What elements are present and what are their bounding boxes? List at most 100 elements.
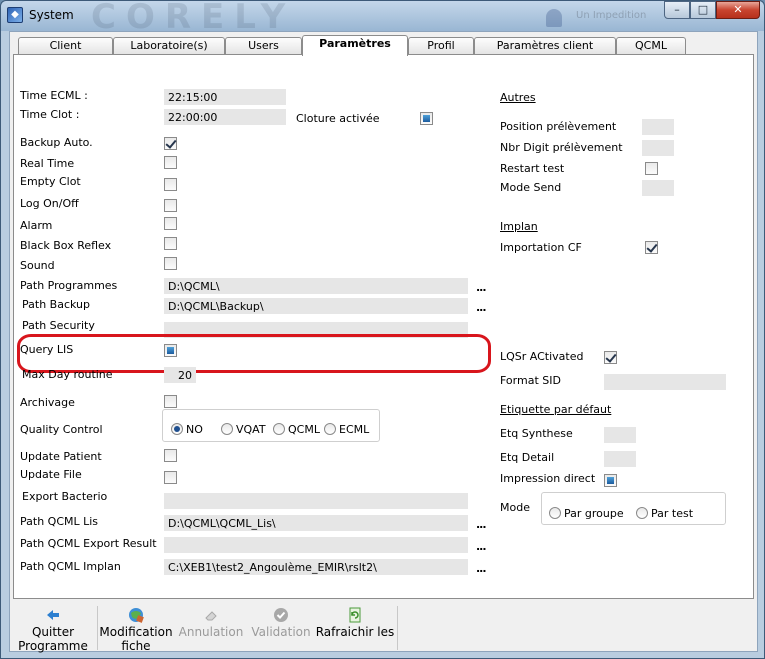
back-arrow-icon bbox=[47, 610, 59, 620]
etq-synthese-label: Etq Synthese bbox=[500, 427, 573, 440]
update-file-checkbox[interactable] bbox=[164, 471, 177, 484]
path-programmes-field[interactable]: D:\QCML\ bbox=[164, 278, 468, 294]
mode-option-par-groupe: Par groupe bbox=[564, 507, 624, 520]
update-patient-checkbox[interactable] bbox=[164, 449, 177, 462]
validation-button[interactable]: Validation bbox=[249, 603, 313, 651]
backup-auto-checkbox[interactable] bbox=[164, 137, 177, 150]
close-button[interactable]: ✕ bbox=[716, 1, 760, 19]
qc-radio-qcml[interactable] bbox=[273, 423, 285, 435]
path-qcml-implan-label: Path QCML Implan bbox=[20, 560, 121, 573]
time-clot-field[interactable]: 22:00:00 bbox=[164, 109, 286, 125]
log-onoff-checkbox[interactable] bbox=[164, 199, 177, 212]
validation-label: Validation bbox=[251, 625, 311, 639]
mode-radio-par-test[interactable] bbox=[636, 507, 648, 519]
position-prelevement-field[interactable] bbox=[642, 119, 674, 135]
export-bacterio-label: Export Bacterio bbox=[22, 490, 108, 503]
time-clot-label: Time Clot : bbox=[20, 108, 80, 121]
user-icon bbox=[546, 9, 562, 27]
tab-client[interactable]: Client bbox=[18, 37, 113, 55]
log-onoff-label: Log On/Off bbox=[20, 197, 79, 210]
path-qcml-export-field[interactable] bbox=[164, 537, 468, 553]
lqsr-label: LQSr ACtivated bbox=[500, 350, 584, 363]
check-circle-icon bbox=[274, 608, 288, 622]
archivage-label: Archivage bbox=[20, 396, 75, 409]
importation-cf-label: Importation CF bbox=[500, 241, 582, 254]
tab-laboratoires[interactable]: Laboratoire(s) bbox=[113, 37, 225, 55]
client-area: Client Laboratoire(s) Users Paramètres P… bbox=[9, 31, 758, 653]
sound-checkbox[interactable] bbox=[164, 257, 177, 270]
modification-fiche-button[interactable]: Modification fiche bbox=[99, 603, 173, 653]
rafraichir-button[interactable]: Rafraichir les bbox=[315, 603, 395, 651]
alarm-checkbox[interactable] bbox=[164, 217, 177, 230]
real-time-label: Real Time bbox=[20, 157, 75, 170]
backup-auto-label: Backup Auto. bbox=[20, 136, 93, 149]
impression-direct-label: Impression direct bbox=[500, 472, 596, 485]
path-qcml-lis-browse-button[interactable]: ... bbox=[476, 518, 487, 531]
path-backup-browse-button[interactable]: ... bbox=[476, 301, 487, 314]
mode-label: Mode bbox=[500, 501, 530, 514]
restart-test-label: Restart test bbox=[500, 162, 565, 175]
black-box-label: Black Box Reflex bbox=[20, 239, 112, 252]
implan-section-title: Implan bbox=[500, 220, 538, 233]
etq-synthese-field[interactable] bbox=[604, 427, 636, 443]
mode-send-label: Mode Send bbox=[500, 181, 562, 194]
path-qcml-implan-browse-button[interactable]: ... bbox=[476, 562, 487, 575]
annulation-label: Annulation bbox=[178, 625, 244, 639]
path-qcml-export-browse-button[interactable]: ... bbox=[476, 540, 487, 553]
tab-parametres-client[interactable]: Paramètres client bbox=[474, 37, 616, 55]
impression-direct-checkbox[interactable] bbox=[604, 474, 617, 487]
qc-radio-no[interactable] bbox=[171, 423, 183, 435]
format-sid-field[interactable] bbox=[604, 374, 726, 390]
minimize-button[interactable]: – bbox=[664, 1, 690, 19]
path-programmes-browse-button[interactable]: ... bbox=[476, 281, 487, 294]
format-sid-label: Format SID bbox=[500, 374, 561, 387]
mode-send-field[interactable] bbox=[642, 180, 674, 196]
empty-clot-checkbox[interactable] bbox=[164, 178, 177, 191]
app-icon: ◆ bbox=[7, 7, 23, 23]
path-backup-label: Path Backup bbox=[22, 298, 90, 311]
path-qcml-implan-field[interactable]: C:\XEB1\test2_Angoulème_EMIR\rslt2\ bbox=[164, 559, 468, 575]
time-ecml-field[interactable]: 22:15:00 bbox=[164, 89, 286, 105]
annulation-button[interactable]: Annulation bbox=[175, 603, 247, 651]
archivage-checkbox[interactable] bbox=[164, 395, 177, 408]
empty-clot-label: Empty Clot bbox=[20, 175, 81, 188]
title-bar[interactable]: ◆ System CORELY Un Impedition – □ ✕ bbox=[1, 0, 764, 37]
tab-parametres[interactable]: Paramètres bbox=[302, 35, 408, 56]
mode-radio-par-groupe[interactable] bbox=[549, 507, 561, 519]
nbr-digit-field[interactable] bbox=[642, 140, 674, 156]
importation-cf-checkbox[interactable] bbox=[645, 241, 658, 254]
path-backup-field[interactable]: D:\QCML\Backup\ bbox=[164, 298, 468, 314]
rafraichir-label: Rafraichir les bbox=[315, 625, 395, 639]
user-text: Un Impedition bbox=[576, 10, 647, 21]
lqsr-checkbox[interactable] bbox=[604, 351, 617, 364]
tab-users[interactable]: Users bbox=[225, 37, 302, 55]
nbr-digit-label: Nbr Digit prélèvement bbox=[500, 141, 623, 154]
globe-edit-icon bbox=[129, 608, 144, 623]
position-prelevement-label: Position prélèvement bbox=[500, 120, 617, 133]
tab-profil[interactable]: Profil bbox=[408, 37, 474, 55]
quality-control-label: Quality Control bbox=[20, 423, 103, 436]
black-box-checkbox[interactable] bbox=[164, 237, 177, 250]
export-bacterio-field[interactable] bbox=[164, 493, 468, 509]
cloture-checkbox[interactable] bbox=[420, 112, 433, 125]
autres-section-title: Autres bbox=[500, 91, 536, 104]
modification-line1: Modification bbox=[99, 625, 173, 639]
path-qcml-lis-label: Path QCML Lis bbox=[20, 515, 99, 528]
etq-detail-field[interactable] bbox=[604, 451, 636, 467]
qc-option-qcml: QCML bbox=[288, 423, 320, 436]
update-file-label: Update File bbox=[20, 468, 82, 481]
qc-radio-vqat[interactable] bbox=[221, 423, 233, 435]
modification-line2: fiche bbox=[121, 639, 151, 653]
qc-option-vqat: VQAT bbox=[236, 423, 266, 436]
max-day-field[interactable]: 20 bbox=[164, 367, 196, 383]
tab-qcml[interactable]: QCML bbox=[616, 37, 686, 55]
restart-test-checkbox[interactable] bbox=[645, 162, 658, 175]
max-day-label: Max Day routine bbox=[22, 368, 113, 381]
real-time-checkbox[interactable] bbox=[164, 156, 177, 169]
path-qcml-lis-field[interactable]: D:\QCML\QCML_Lis\ bbox=[164, 515, 468, 531]
path-security-label: Path Security bbox=[22, 319, 95, 332]
qc-radio-ecml[interactable] bbox=[324, 423, 336, 435]
sound-label: Sound bbox=[20, 259, 55, 272]
maximize-button[interactable]: □ bbox=[690, 1, 716, 19]
quitter-programme-button[interactable]: Quitter Programme bbox=[13, 603, 93, 653]
